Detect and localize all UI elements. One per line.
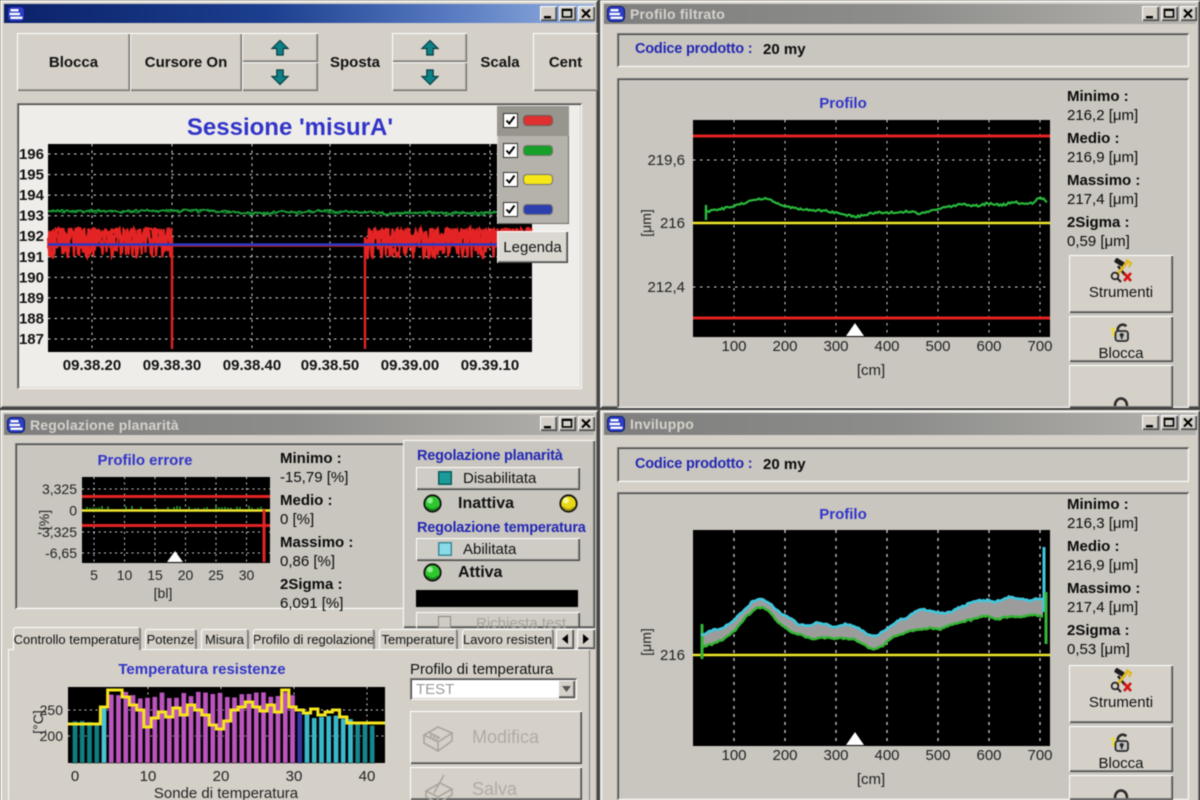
svg-text:09.38.40: 09.38.40 — [223, 357, 281, 374]
svg-text:Profilo: Profilo — [819, 95, 867, 112]
svg-text:09.39.10: 09.39.10 — [461, 357, 519, 374]
svg-text:200: 200 — [772, 747, 797, 764]
svg-text:188: 188 — [19, 311, 44, 328]
svg-text:09.38.20: 09.38.20 — [63, 357, 121, 374]
svg-text:[cm]: [cm] — [857, 771, 885, 788]
svg-text:700: 700 — [1027, 338, 1052, 355]
svg-text:190: 190 — [19, 269, 44, 286]
svg-text:Temperatura resistenze: Temperatura resistenze — [118, 661, 285, 678]
svg-text:[cm]: [cm] — [857, 362, 885, 379]
svg-text:187: 187 — [19, 331, 44, 348]
svg-text:30: 30 — [239, 567, 255, 583]
svg-text:Profilo: Profilo — [819, 506, 867, 523]
svg-text:192: 192 — [19, 228, 44, 245]
svg-text:191: 191 — [19, 249, 44, 266]
svg-text:194: 194 — [19, 187, 45, 204]
svg-text:195: 195 — [19, 167, 44, 184]
svg-text:196: 196 — [19, 146, 44, 163]
svg-text:5: 5 — [90, 567, 98, 583]
svg-text:0: 0 — [71, 768, 79, 785]
svg-text:[%]: [%] — [36, 510, 52, 530]
svg-text:300: 300 — [823, 747, 848, 764]
svg-text:200: 200 — [772, 338, 797, 355]
svg-text:500: 500 — [925, 747, 950, 764]
svg-text:500: 500 — [925, 338, 950, 355]
svg-text:216: 216 — [660, 215, 685, 232]
svg-text:100: 100 — [721, 747, 746, 764]
svg-text:193: 193 — [19, 208, 44, 225]
svg-text:40: 40 — [359, 768, 376, 785]
svg-text:[bl]: [bl] — [154, 585, 173, 601]
svg-text:600: 600 — [976, 747, 1001, 764]
svg-text:Sessione 'misurA': Sessione 'misurA' — [187, 114, 393, 141]
svg-text:Sonde di temperatura: Sonde di temperatura — [154, 785, 299, 800]
svg-text:[°C]: [°C] — [30, 710, 46, 734]
svg-text:0: 0 — [69, 503, 77, 519]
svg-text:20: 20 — [178, 567, 194, 583]
svg-text:216: 216 — [660, 647, 685, 664]
svg-text:[μm]: [μm] — [638, 209, 654, 237]
svg-text:09.39.00: 09.39.00 — [381, 357, 439, 374]
svg-text:09.38.50: 09.38.50 — [301, 357, 359, 374]
svg-text:15: 15 — [147, 567, 163, 583]
svg-text:Profilo errore: Profilo errore — [97, 452, 192, 469]
svg-text:10: 10 — [117, 567, 133, 583]
svg-text:09.38.30: 09.38.30 — [143, 357, 201, 374]
svg-text:300: 300 — [823, 338, 848, 355]
svg-text:25: 25 — [208, 567, 224, 583]
svg-text:30: 30 — [286, 768, 303, 785]
svg-text:700: 700 — [1027, 747, 1052, 764]
svg-text:[μm]: [μm] — [638, 628, 654, 656]
svg-text:600: 600 — [976, 338, 1001, 355]
svg-text:400: 400 — [874, 338, 899, 355]
svg-text:212,4: 212,4 — [647, 279, 685, 296]
svg-text:20: 20 — [213, 768, 230, 785]
svg-text:100: 100 — [721, 338, 746, 355]
svg-text:219,6: 219,6 — [647, 152, 685, 169]
svg-text:189: 189 — [19, 290, 44, 307]
svg-text:400: 400 — [874, 747, 899, 764]
svg-text:-6,65: -6,65 — [45, 545, 77, 561]
svg-text:10: 10 — [140, 768, 157, 785]
svg-text:3,325: 3,325 — [42, 481, 77, 497]
